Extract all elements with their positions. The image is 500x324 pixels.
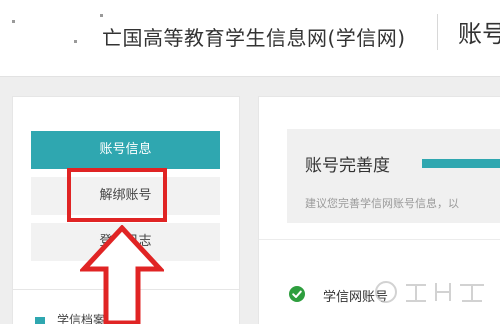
annotation-up-arrow-icon	[80, 225, 164, 324]
speck	[12, 20, 15, 23]
annotation-highlight-box	[67, 168, 167, 222]
completion-title: 账号完善度	[305, 156, 390, 176]
main-divider	[259, 239, 500, 240]
speck	[100, 14, 103, 17]
profile-icon	[35, 316, 45, 324]
completion-progress-bar	[422, 159, 500, 168]
completion-card: 账号完善度 建议您完善学信网账号信息，以	[287, 129, 500, 223]
sidebar-item-account-info[interactable]: 账号信息	[31, 131, 220, 169]
completion-hint: 建议您完善学信网账号信息，以	[305, 197, 459, 210]
site-title[interactable]: 亡国高等教育学生信息网(学信网)	[102, 22, 406, 51]
section-title: 账号	[458, 20, 500, 48]
baidu-jingyan-watermark-icon	[375, 281, 484, 303]
check-circle-icon	[289, 286, 305, 302]
speck	[74, 40, 77, 43]
header-divider	[437, 14, 438, 50]
site-header: 亡国高等教育学生信息网(学信网) 账号	[0, 0, 500, 77]
screenshot-root: 亡国高等教育学生信息网(学信网) 账号 账号信息 解绑账号 登录日志 学信档案 …	[0, 0, 500, 324]
